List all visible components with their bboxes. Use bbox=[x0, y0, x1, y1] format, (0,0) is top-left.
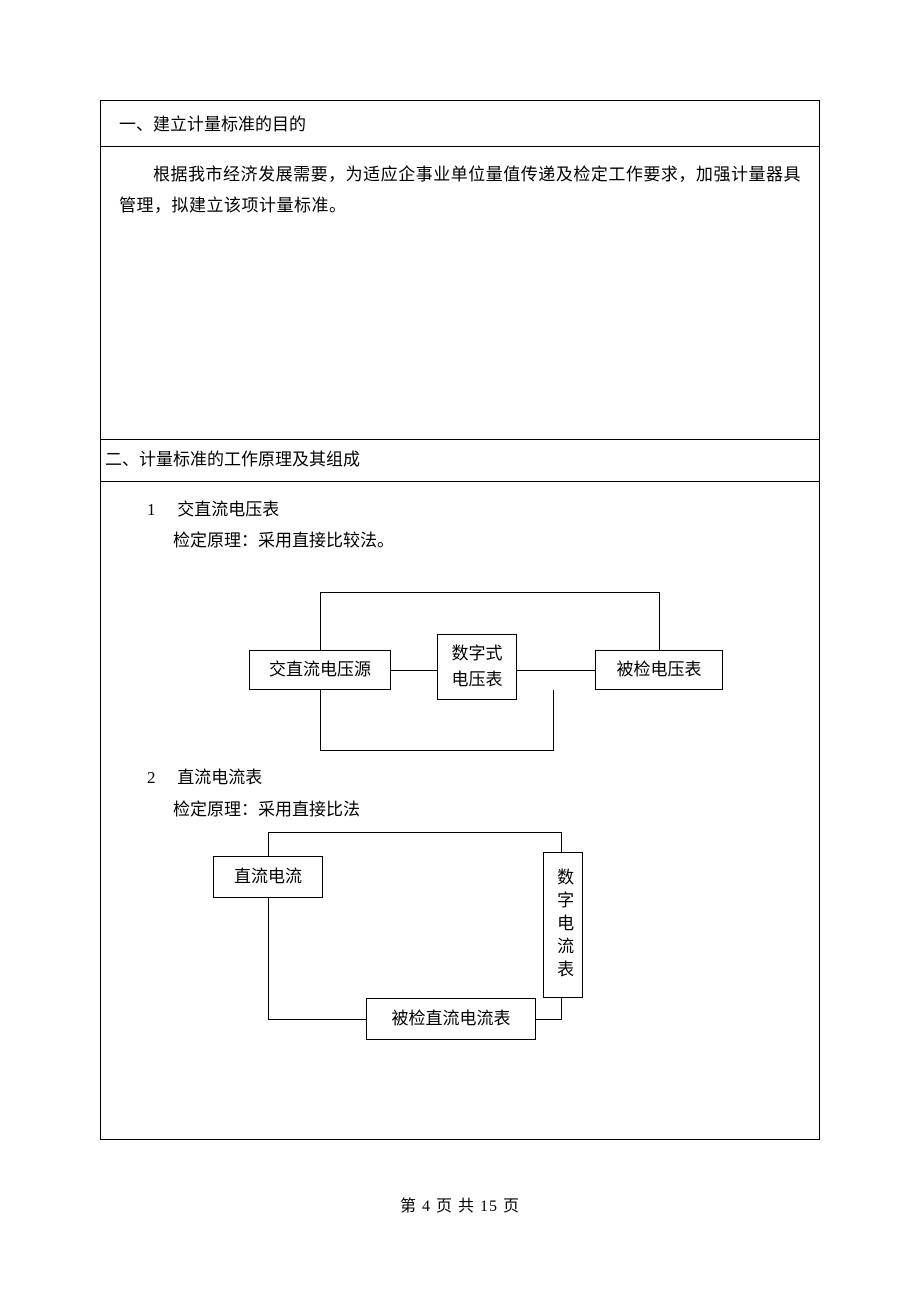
d1-v-right-up bbox=[659, 592, 660, 650]
page-content: 一、建立计量标准的目的 根据我市经济发展需要，为适应企事业单位量值传递及检定工作… bbox=[100, 100, 820, 1140]
section2-body-cell: 1 交直流电压表 检定原理：采用直接比较法。 交直流电压源 数字式 电压表 被检… bbox=[100, 482, 820, 1140]
item1-num: 1 bbox=[147, 494, 173, 525]
d1-box-right-text: 被检电压表 bbox=[617, 657, 702, 683]
d2-h-left-bottom bbox=[268, 1019, 366, 1020]
d1-v-right-down bbox=[553, 690, 554, 750]
d2-v-right-up bbox=[561, 832, 562, 852]
diagram2: 直流电流 数字电流表 被检直流电流表 bbox=[101, 828, 821, 1058]
d1-v-left-down bbox=[320, 690, 321, 750]
d2-v-left-down bbox=[268, 898, 269, 1019]
section2-heading: 二、计量标准的工作原理及其组成 bbox=[105, 450, 360, 469]
section1-heading: 一、建立计量标准的目的 bbox=[119, 115, 306, 134]
d1-h-bottom bbox=[320, 750, 554, 751]
diagram1: 交直流电压源 数字式 电压表 被检电压表 bbox=[101, 572, 821, 762]
d1-h-l-m bbox=[391, 670, 437, 671]
d1-h-top bbox=[320, 592, 660, 593]
page-footer: 第 4 页 共 15 页 bbox=[0, 1192, 920, 1222]
d1-box-mid: 数字式 电压表 bbox=[437, 634, 517, 700]
item2-num: 2 bbox=[147, 762, 173, 793]
section1-body: 根据我市经济发展需要，为适应企事业单位量值传递及检定工作要求，加强计量器具管理，… bbox=[119, 159, 801, 222]
item1-principle: 检定原理：采用直接比较法。 bbox=[119, 525, 801, 556]
d2-box-bottom: 被检直流电流表 bbox=[366, 998, 536, 1040]
item1-line: 1 交直流电压表 bbox=[119, 494, 801, 525]
d1-box-left: 交直流电压源 bbox=[249, 650, 391, 690]
d2-box-source-text: 直流电流 bbox=[234, 864, 302, 890]
d1-v-left-up bbox=[320, 592, 321, 650]
section1-body-cell: 根据我市经济发展需要，为适应企事业单位量值传递及检定工作要求，加强计量器具管理，… bbox=[100, 146, 820, 440]
item2-line: 2 直流电流表 bbox=[119, 762, 262, 793]
item2-title: 直流电流表 bbox=[177, 768, 262, 787]
d2-v-right-down bbox=[561, 998, 562, 1020]
item1-title: 交直流电压表 bbox=[177, 500, 279, 519]
d1-box-right: 被检电压表 bbox=[595, 650, 723, 690]
d2-box-meter: 数字电流表 bbox=[543, 852, 583, 998]
d2-h-top bbox=[268, 832, 562, 833]
d1-box-mid-text: 数字式 电压表 bbox=[452, 641, 503, 694]
d2-box-bottom-text: 被检直流电流表 bbox=[392, 1006, 511, 1032]
d2-h-right-bottom bbox=[536, 1019, 561, 1020]
section2-heading-cell: 二、计量标准的工作原理及其组成 bbox=[100, 440, 820, 482]
d1-box-left-text: 交直流电压源 bbox=[269, 657, 371, 683]
section1-heading-cell: 一、建立计量标准的目的 bbox=[100, 100, 820, 146]
d2-box-source: 直流电流 bbox=[213, 856, 323, 898]
d2-box-meter-text: 数字电流表 bbox=[550, 868, 576, 983]
d1-h-m-r bbox=[517, 670, 595, 671]
d2-v-left-up bbox=[268, 832, 269, 856]
item2-principle: 检定原理：采用直接比法 bbox=[119, 794, 360, 825]
